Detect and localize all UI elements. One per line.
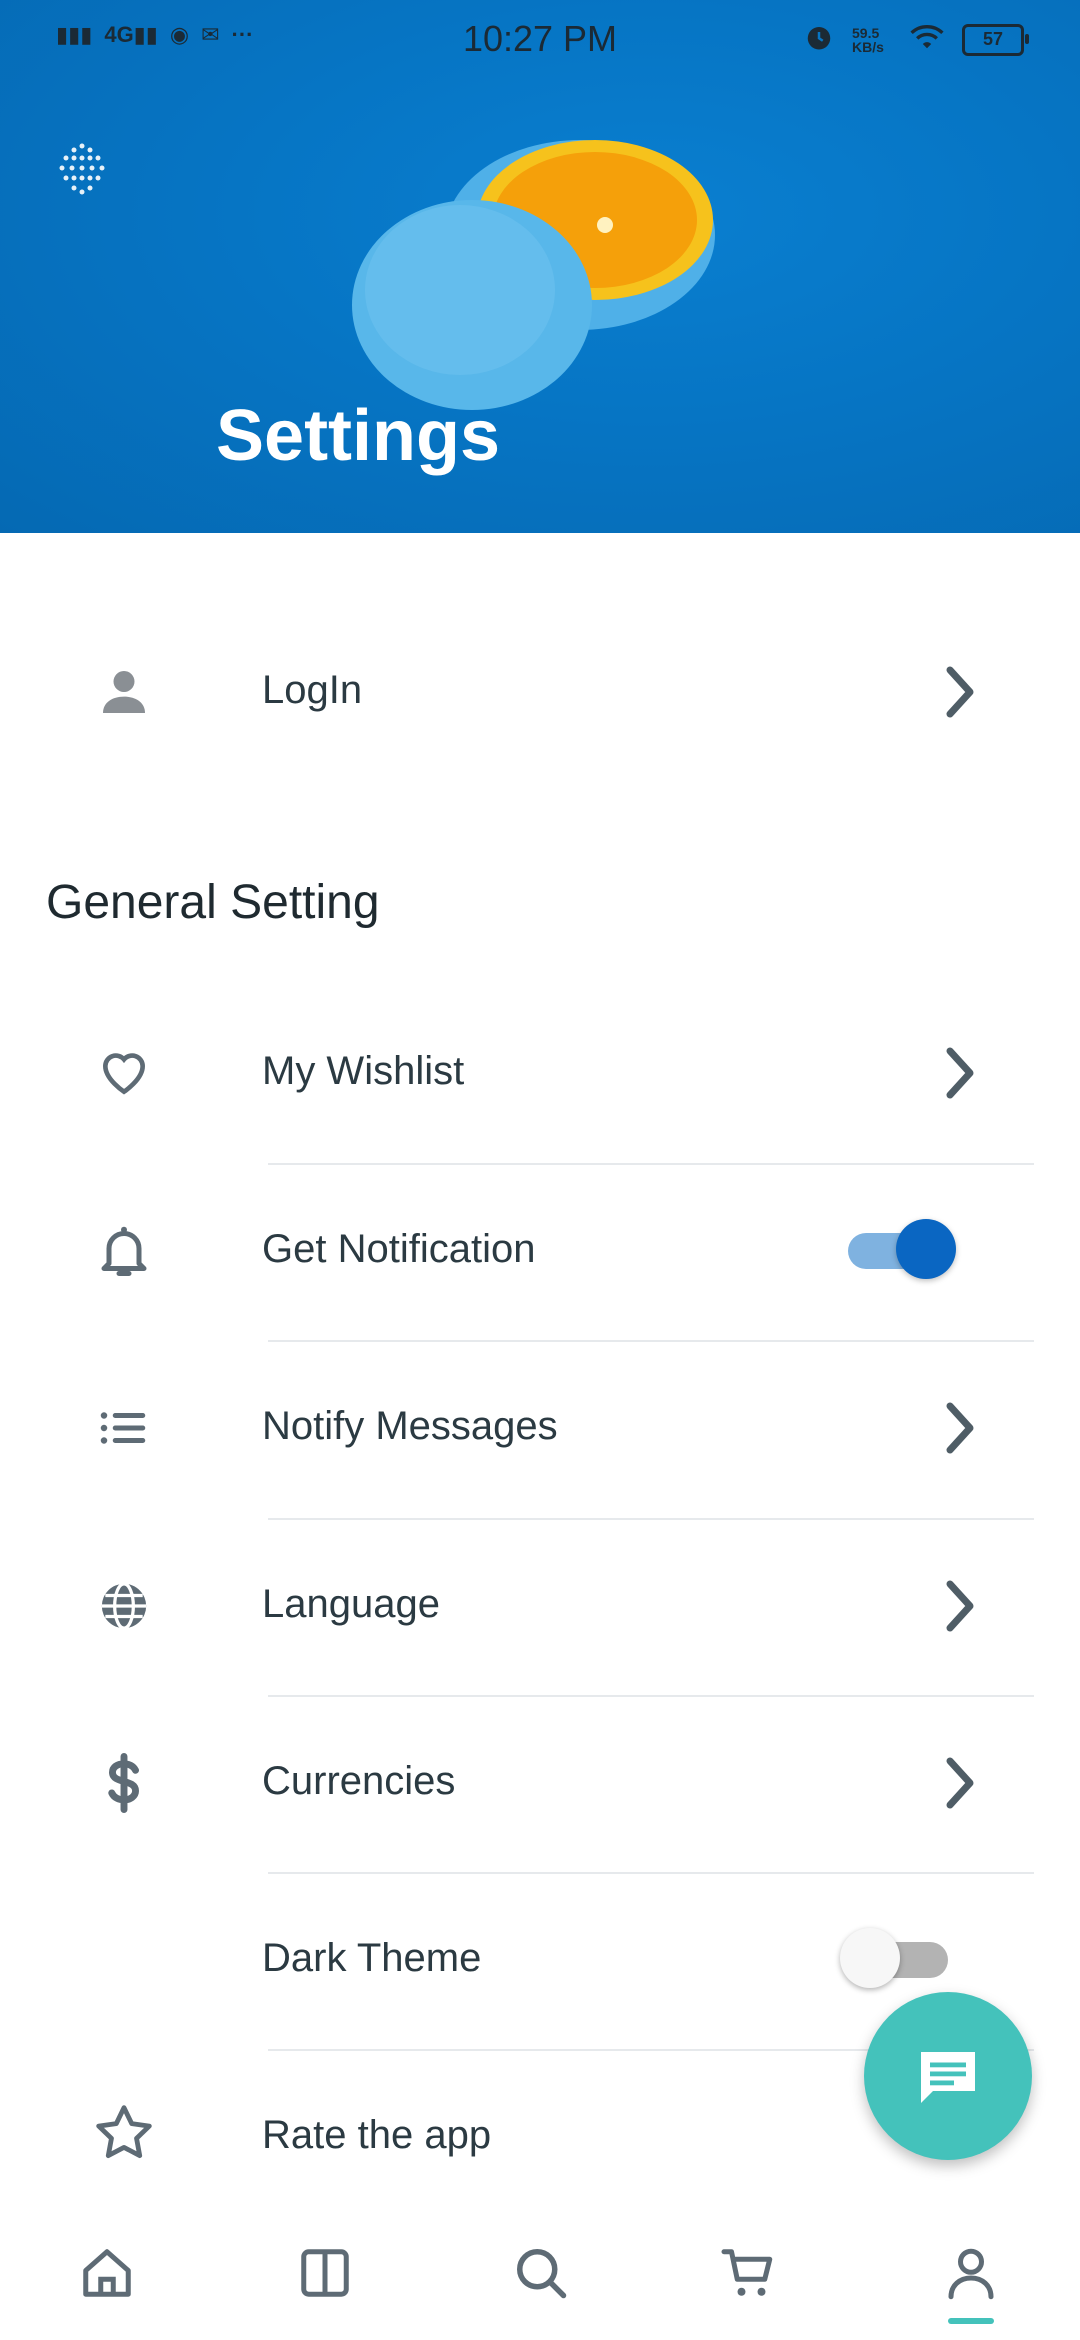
battery-level: 57 — [982, 29, 1004, 49]
orange-fruit-image — [352, 140, 715, 410]
settings-item-notify-messages[interactable]: Notify Messages — [0, 1340, 1080, 1516]
columns-icon — [301, 2249, 349, 2297]
nav-cart-button[interactable] — [714, 2238, 784, 2308]
toggle-knob — [896, 1219, 956, 1279]
globe-icon — [92, 1574, 156, 1638]
app-logo-dots-icon — [59, 143, 105, 195]
alarm-icon — [804, 22, 834, 57]
network-speed: 59.5 KB/s — [852, 24, 884, 55]
chat-icon — [921, 2052, 975, 2103]
bottom-navigation — [0, 2200, 1080, 2340]
moon-icon — [92, 1928, 156, 1992]
person-icon — [92, 660, 156, 724]
list-icon — [92, 1396, 156, 1460]
dark-theme-toggle[interactable] — [840, 1928, 950, 1988]
notification-toggle[interactable] — [848, 1219, 958, 1279]
nav-active-indicator — [948, 2318, 994, 2324]
nav-home-button[interactable] — [72, 2238, 142, 2308]
settings-item-label: Notify Messages — [262, 1404, 558, 1448]
wifi-icon — [910, 23, 944, 56]
chevron-right-icon[interactable] — [940, 1400, 980, 1456]
status-bar: ▮▮▮ 4G▮▮ ◉ ✉ ··· 10:27 PM 59.5 KB/s 57 — [0, 0, 1080, 90]
login-label: LogIn — [262, 668, 363, 712]
header-banner: ▮▮▮ 4G▮▮ ◉ ✉ ··· 10:27 PM 59.5 KB/s 57 S… — [0, 0, 1080, 533]
settings-item-label: Dark Theme — [262, 1936, 482, 1980]
status-right-indicators: 59.5 KB/s 57 — [804, 22, 1029, 57]
nav-profile-button[interactable] — [936, 2238, 1006, 2308]
toggle-knob — [840, 1928, 900, 1988]
chevron-right-icon[interactable] — [940, 1578, 980, 1634]
section-title-general: General Setting — [46, 876, 380, 929]
settings-item-label: My Wishlist — [262, 1049, 465, 1093]
nav-search-button[interactable] — [506, 2238, 576, 2308]
chevron-right-icon[interactable] — [940, 664, 980, 720]
settings-item-label: Language — [262, 1582, 440, 1626]
dollar-icon — [92, 1751, 156, 1815]
nav-categories-button[interactable] — [290, 2238, 360, 2308]
profile-icon — [948, 2248, 994, 2300]
settings-item-currencies[interactable]: Currencies — [0, 1695, 1080, 1871]
settings-item-label: Currencies — [262, 1759, 456, 1803]
chevron-right-icon[interactable] — [940, 1755, 980, 1811]
login-row[interactable]: LogIn — [0, 604, 1080, 780]
chevron-right-icon[interactable] — [940, 1045, 980, 1101]
home-icon — [83, 2249, 131, 2297]
star-icon — [92, 2101, 156, 2165]
page-title: Settings — [216, 396, 501, 476]
settings-item-label: Rate the app — [262, 2113, 492, 2157]
settings-item-wishlist[interactable]: My Wishlist — [0, 985, 1080, 1161]
bell-icon — [92, 1219, 156, 1283]
settings-item-notification[interactable]: Get Notification — [0, 1163, 1080, 1339]
heart-icon — [92, 1041, 156, 1105]
cart-icon — [721, 2249, 773, 2296]
search-icon — [517, 2249, 567, 2299]
battery-icon: 57 — [962, 23, 1029, 56]
chat-fab-button[interactable] — [864, 1992, 1032, 2160]
settings-item-label: Get Notification — [262, 1227, 536, 1271]
settings-item-language[interactable]: Language — [0, 1518, 1080, 1694]
